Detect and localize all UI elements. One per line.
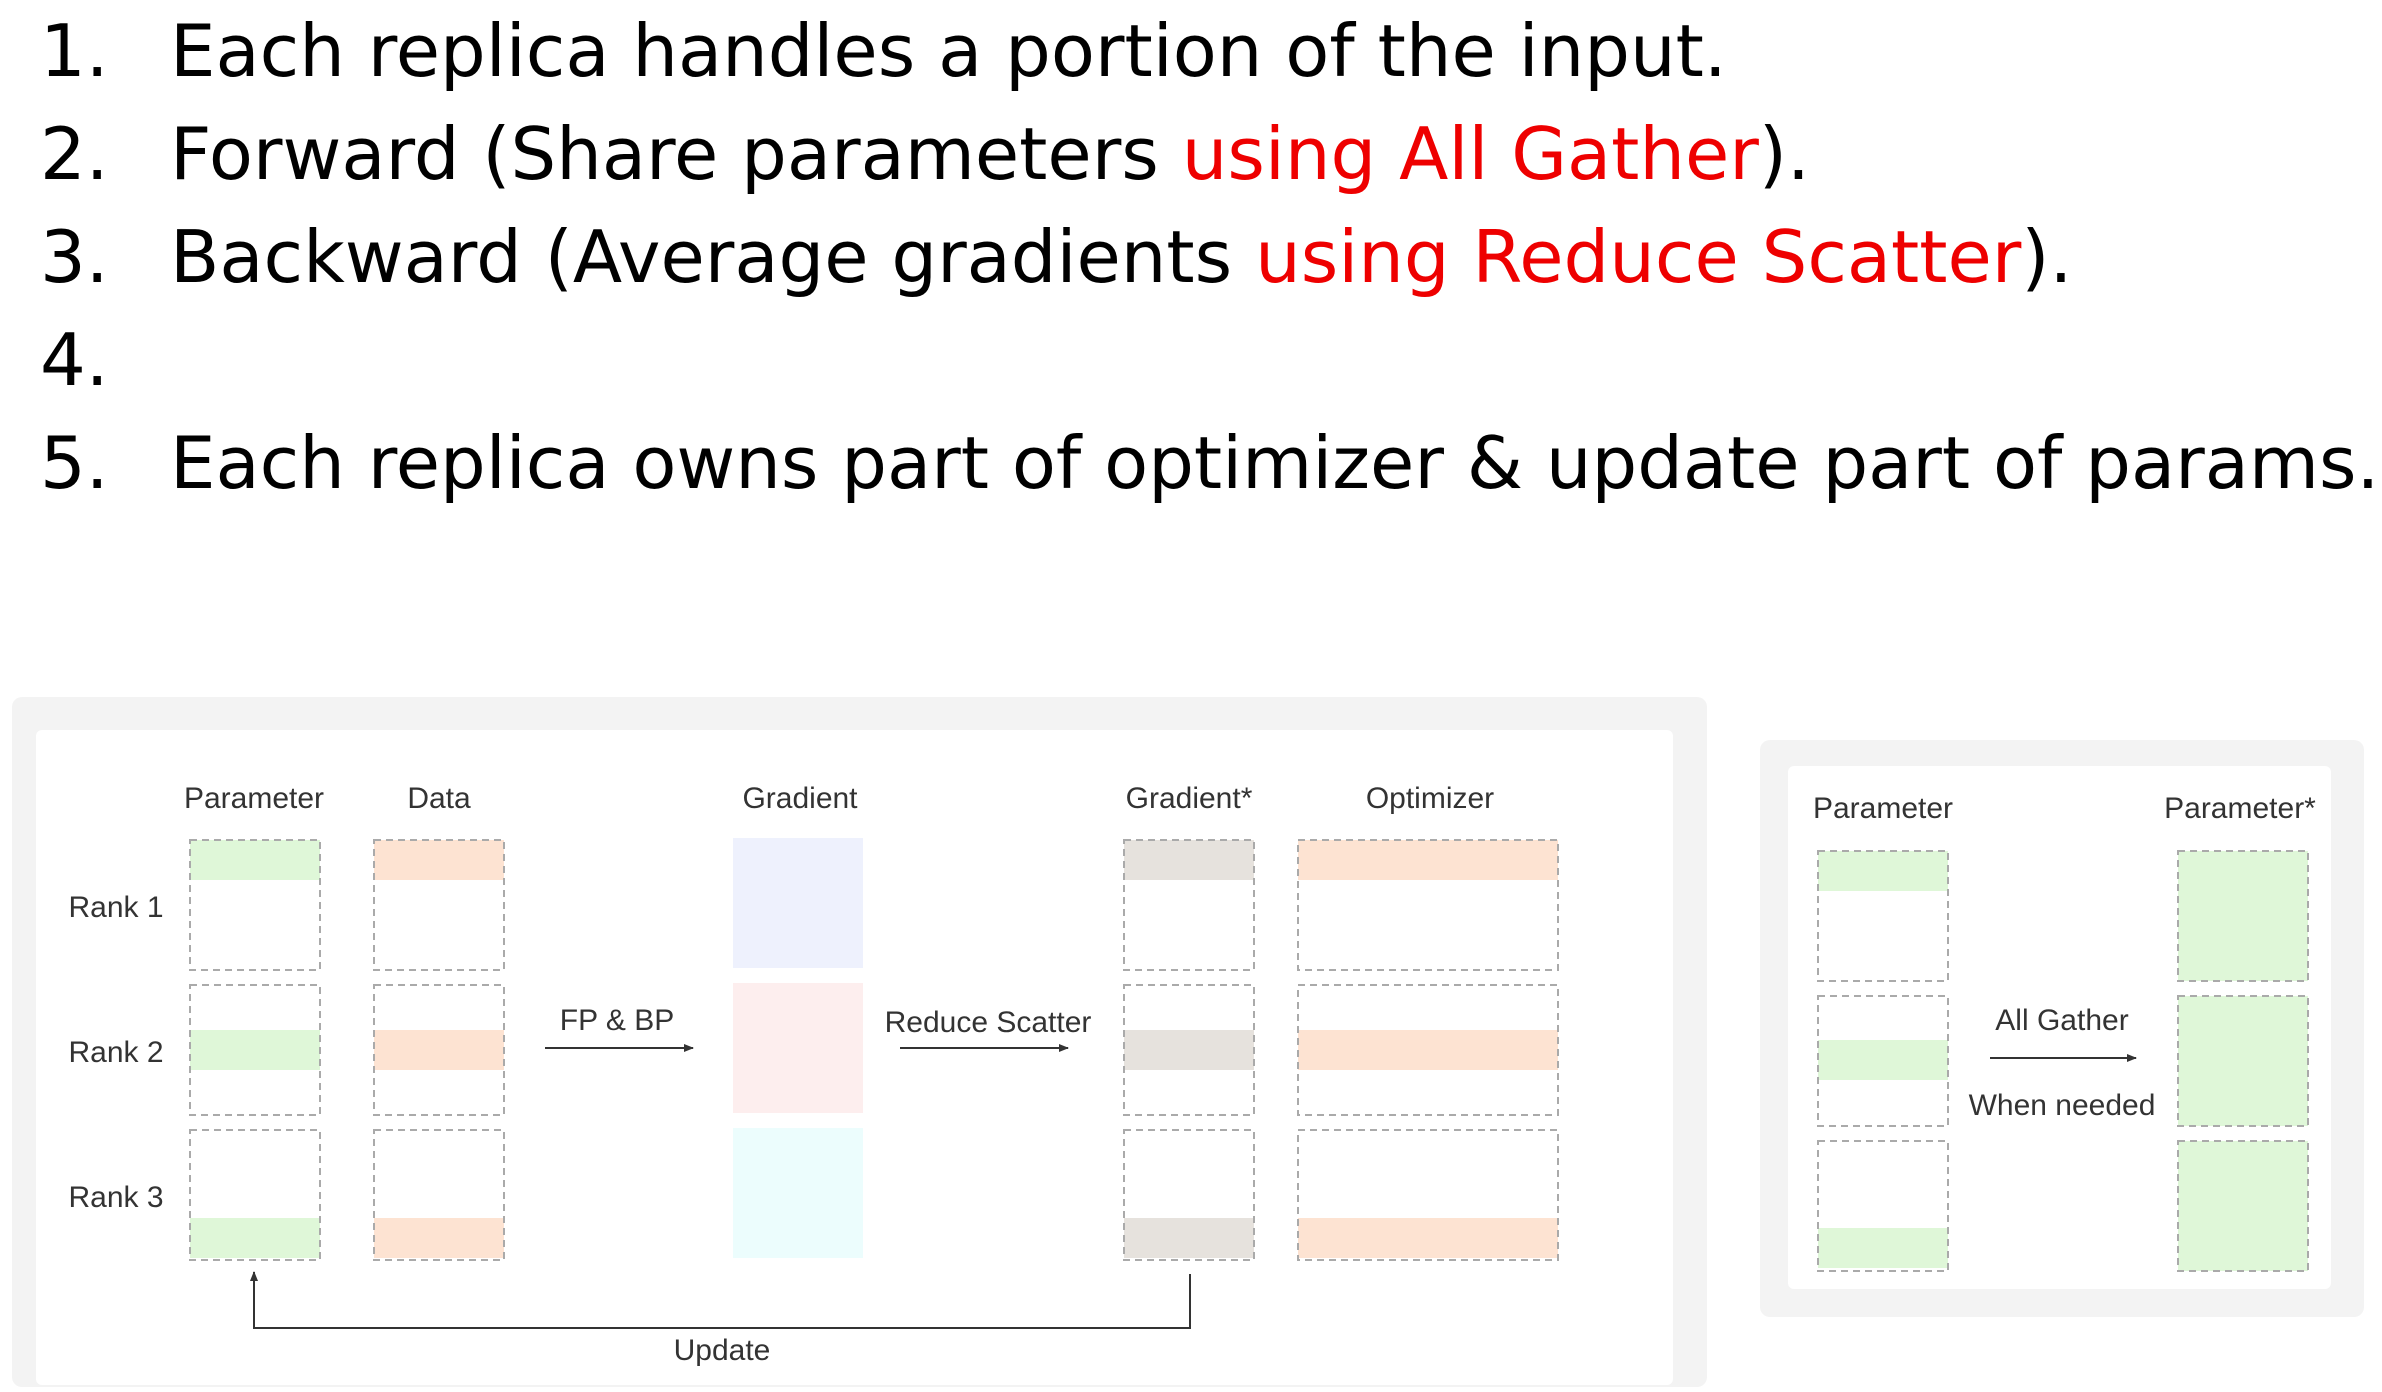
full-parameter-1 <box>2177 850 2309 982</box>
sharded-parameter-2 <box>1818 1040 1948 1080</box>
sharded-parameter-column <box>1817 850 1949 1272</box>
sharded-parameter-1 <box>1818 851 1948 891</box>
right-col-parameter-label: Parameter <box>1813 792 1953 825</box>
all-gather-label: All Gather <box>1995 1004 2128 1037</box>
when-needed-label: When needed <box>1969 1089 2156 1122</box>
sharded-parameter-3 <box>1818 1228 1948 1268</box>
right-diagram: Parameter Parameter* All Gather When nee… <box>1813 792 2316 1272</box>
full-parameter-3 <box>2177 1140 2309 1272</box>
right-col-parameter-star-label: Parameter* <box>2164 792 2316 825</box>
full-parameter-column <box>2177 850 2309 1272</box>
full-parameter-2 <box>2177 995 2309 1127</box>
